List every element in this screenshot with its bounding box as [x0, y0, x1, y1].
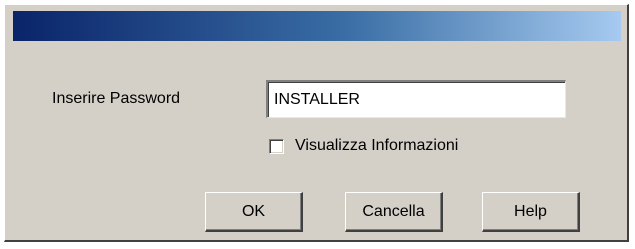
password-label: Inserire Password — [52, 90, 181, 107]
password-input[interactable] — [266, 80, 566, 118]
password-dialog: Inserire Password Visualizza Informazion… — [4, 4, 629, 242]
cancel-button[interactable]: Cancella — [345, 192, 443, 232]
show-info-checkbox[interactable] — [269, 138, 284, 154]
show-info-option[interactable]: Visualizza Informazioni — [269, 134, 458, 158]
dialog-titlebar[interactable] — [13, 11, 621, 41]
help-button[interactable]: Help — [482, 192, 580, 232]
show-info-label[interactable]: Visualizza Informazioni — [295, 137, 458, 155]
ok-button[interactable]: OK — [205, 192, 303, 232]
